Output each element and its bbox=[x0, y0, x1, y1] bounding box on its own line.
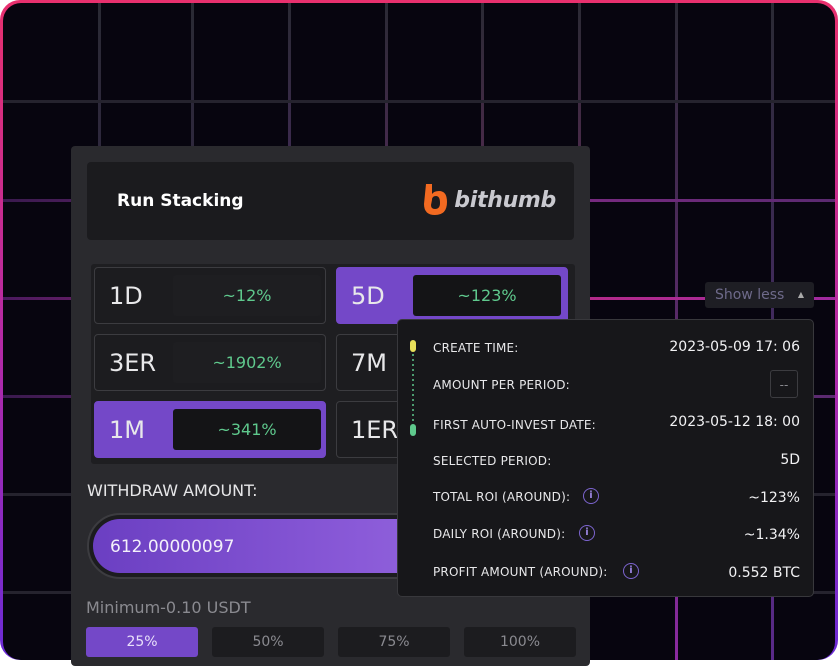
detail-value: 2023-05-12 18: 00 bbox=[669, 414, 800, 430]
grid-line bbox=[3, 100, 835, 103]
detail-selected-period: SELECTED PERIOD: 5D bbox=[433, 452, 800, 474]
detail-create-time: CREATE TIME: 2023-05-09 17: 06 bbox=[433, 339, 800, 361]
info-icon[interactable]: i bbox=[623, 563, 639, 579]
show-less-button[interactable]: Show less ▲ bbox=[705, 282, 814, 308]
period-option-5d[interactable]: 5D ~123% bbox=[336, 267, 568, 324]
minimum-note: Minimum-0.10 USDT bbox=[86, 598, 251, 617]
period-roi: ~1902% bbox=[173, 342, 321, 383]
bithumb-logo: bithumb bbox=[420, 182, 556, 218]
period-label: 5D bbox=[351, 282, 385, 310]
detail-label: DAILY ROI (AROUND): bbox=[433, 527, 566, 541]
detail-total-roi: TOTAL ROI (AROUND): i ~123% bbox=[433, 488, 800, 510]
detail-value: ~123% bbox=[748, 490, 800, 506]
detail-value: ~1.34% bbox=[743, 527, 800, 543]
detail-label: SELECTED PERIOD: bbox=[433, 454, 552, 468]
bithumb-b-icon bbox=[424, 184, 448, 215]
brand-name: bithumb bbox=[454, 187, 556, 213]
period-label: 1D bbox=[109, 282, 143, 310]
amount-per-period-field[interactable]: -- bbox=[770, 370, 798, 398]
timeline-icon bbox=[410, 340, 416, 436]
period-label: 3ER bbox=[109, 349, 157, 377]
show-less-label: Show less bbox=[715, 287, 785, 303]
period-roi: ~341% bbox=[173, 409, 321, 450]
period-option-1d[interactable]: 1D ~12% bbox=[94, 267, 326, 324]
info-icon[interactable]: i bbox=[579, 525, 595, 541]
percent-75-button[interactable]: 75% bbox=[338, 627, 450, 657]
detail-label: PROFIT AMOUNT (AROUND): bbox=[433, 565, 608, 579]
period-option-3er[interactable]: 3ER ~1902% bbox=[94, 334, 326, 391]
percent-25-button[interactable]: 25% bbox=[86, 627, 198, 657]
period-label: 7M bbox=[351, 349, 387, 377]
info-icon[interactable]: i bbox=[583, 488, 599, 504]
detail-label: FIRST AUTO-INVEST DATE: bbox=[433, 418, 596, 432]
details-panel: CREATE TIME: 2023-05-09 17: 06 AMOUNT PE… bbox=[397, 319, 814, 597]
withdraw-amount-value: 612.00000097 bbox=[110, 537, 235, 557]
card-title: Run Stacking bbox=[117, 191, 244, 211]
period-label: 1M bbox=[109, 416, 145, 444]
period-label: 1ER bbox=[351, 416, 399, 444]
detail-value: 0.552 BTC bbox=[728, 565, 800, 581]
period-roi: ~12% bbox=[173, 275, 321, 316]
percent-100-button[interactable]: 100% bbox=[464, 627, 576, 657]
detail-label: CREATE TIME: bbox=[433, 341, 519, 355]
detail-daily-roi: DAILY ROI (AROUND): i ~1.34% bbox=[433, 525, 800, 547]
period-option-1m[interactable]: 1M ~341% bbox=[94, 401, 326, 458]
caret-up-icon: ▲ bbox=[797, 290, 804, 299]
detail-first-auto-invest: FIRST AUTO-INVEST DATE: 2023-05-12 18: 0… bbox=[433, 414, 800, 438]
detail-value: 2023-05-09 17: 06 bbox=[669, 339, 800, 355]
withdraw-label: WITHDRAW AMOUNT: bbox=[87, 481, 258, 500]
detail-amount-per-period: AMOUNT PER PERIOD: bbox=[433, 378, 800, 398]
detail-profit-amount: PROFIT AMOUNT (AROUND): i 0.552 BTC bbox=[433, 563, 800, 585]
period-roi: ~123% bbox=[413, 275, 561, 316]
detail-label: AMOUNT PER PERIOD: bbox=[433, 378, 570, 392]
detail-label: TOTAL ROI (AROUND): bbox=[433, 490, 571, 504]
card-header: Run Stacking bithumb bbox=[87, 162, 574, 240]
percent-50-button[interactable]: 50% bbox=[212, 627, 324, 657]
detail-value: 5D bbox=[780, 452, 800, 468]
